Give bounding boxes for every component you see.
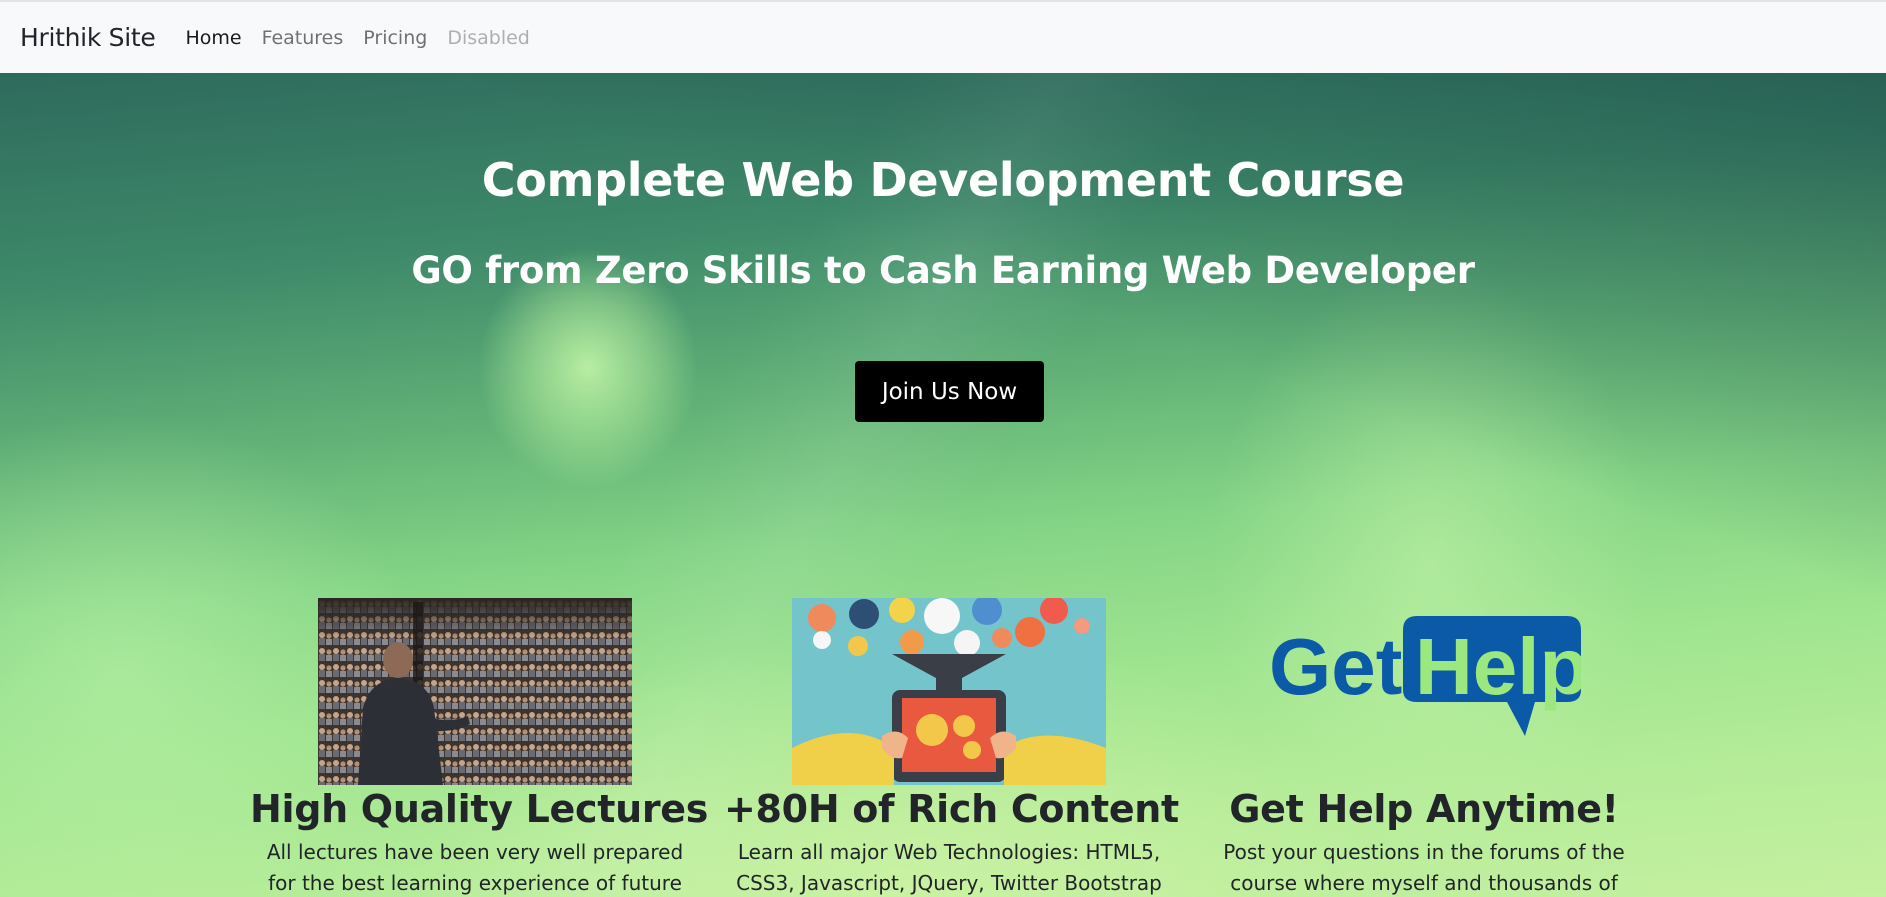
feature-help: Get Help Get Help Anytime! Post your que… — [1199, 598, 1649, 897]
hero-subtitle: GO from Zero Skills to Cash Earning Web … — [411, 249, 1475, 292]
nav-link-disabled: Disabled — [447, 26, 530, 49]
feature-content: +80H of Rich Content Learn all major Web… — [724, 598, 1179, 897]
feature-text: All lectures have been very well prepare… — [266, 840, 684, 895]
lecture-hall-photo — [318, 598, 632, 785]
logo-get: Get — [1269, 622, 1402, 711]
feature-title: +80H of Rich Content — [724, 787, 1179, 831]
feature-text: Post your questions in the forums of the… — [1223, 840, 1625, 895]
navbar: Hrithik Site Home Features Pricing Disab… — [0, 0, 1886, 73]
hero-title: Complete Web Development Course — [481, 153, 1405, 207]
web-technologies-illustration — [792, 598, 1106, 785]
nav-link-pricing[interactable]: Pricing — [363, 27, 427, 49]
nav-link-home[interactable]: Home — [185, 27, 241, 49]
feature-text: Learn all major Web Technologies: HTML5,… — [736, 840, 1162, 895]
feature-title: Get Help Anytime! — [1229, 787, 1619, 831]
feature-lectures: High Quality Lectures All lectures have … — [250, 598, 709, 897]
get-help-logo: Get Help — [1269, 616, 1581, 736]
join-us-now-button[interactable]: Join Us Now — [855, 361, 1044, 422]
feature-title: High Quality Lectures — [250, 787, 709, 831]
navbar-brand[interactable]: Hrithik Site — [20, 23, 156, 52]
nav-link-features[interactable]: Features — [262, 27, 344, 49]
logo-help: Help — [1415, 622, 1581, 711]
hero-section: Complete Web Development Course GO from … — [0, 73, 1886, 897]
